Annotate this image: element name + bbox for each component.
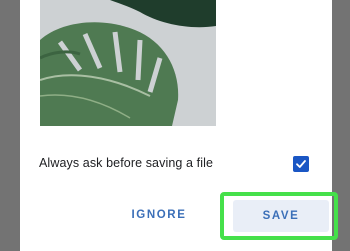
preview-image: [40, 0, 216, 126]
monstera-leaf-image: [40, 0, 216, 126]
checkmark-icon: [296, 160, 306, 168]
ask-before-saving-checkbox[interactable]: [293, 156, 309, 172]
ignore-button[interactable]: IGNORE: [124, 204, 194, 226]
save-button[interactable]: SAVE: [233, 200, 329, 232]
save-dialog: Always ask before saving a file IGNORE S…: [20, 0, 338, 251]
ask-before-saving-label: Always ask before saving a file: [39, 156, 214, 170]
